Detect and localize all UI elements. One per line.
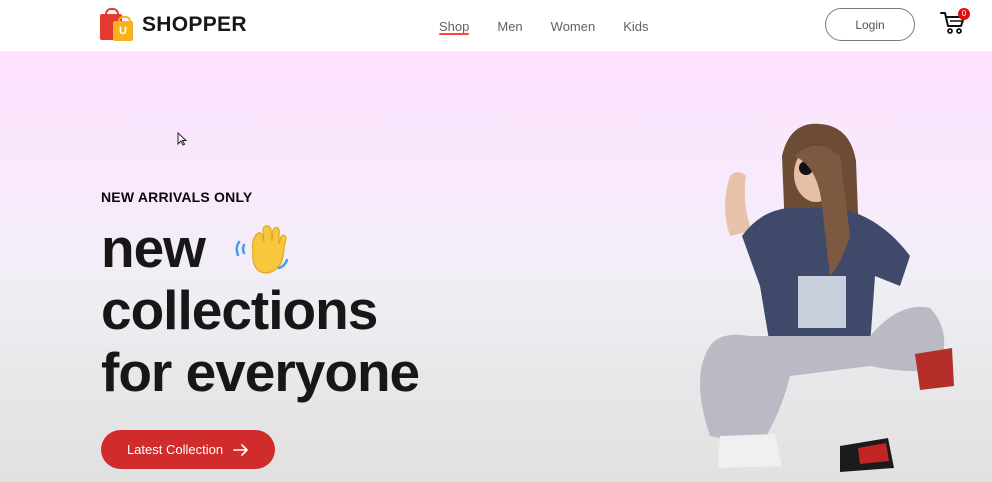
cart-count-badge: 0 [958, 8, 970, 20]
mouse-cursor-icon [177, 131, 188, 146]
arrow-right-icon [233, 443, 248, 456]
nav-item-women[interactable]: Women [551, 0, 596, 52]
latest-collection-button[interactable]: Latest Collection [101, 430, 275, 469]
main-nav: Shop Men Women Kids [430, 0, 649, 52]
brand-logo[interactable]: U SHOPPER [100, 8, 247, 41]
hero-headline-line3: for everyone [101, 341, 420, 403]
active-nav-underline [439, 33, 470, 35]
nav-item-label: Men [497, 18, 523, 34]
hero-model-image [700, 123, 954, 472]
nav-item-label: Shop [439, 18, 470, 34]
waving-hand-icon [233, 222, 291, 276]
shopping-bag-logo-icon: U [100, 8, 136, 41]
hero-headline-line1: new [101, 217, 206, 279]
navbar: U SHOPPER Shop Men Women Kids Login 0 [0, 0, 992, 52]
nav-item-kids[interactable]: Kids [623, 0, 648, 52]
latest-collection-label: Latest Collection [126, 442, 224, 457]
hero-headline-line2: collections [101, 279, 378, 341]
hero-section: NEW ARRIVALS ONLY new collections for ev… [0, 52, 992, 482]
brand-name: SHOPPER [142, 13, 247, 36]
login-button[interactable]: Login [825, 8, 915, 41]
hero-eyebrow: NEW ARRIVALS ONLY [101, 189, 253, 205]
nav-item-men[interactable]: Men [497, 0, 522, 52]
nav-item-label: Women [550, 18, 596, 34]
nav-item-shop[interactable]: Shop [439, 0, 470, 52]
nav-item-label: Kids [623, 18, 649, 34]
